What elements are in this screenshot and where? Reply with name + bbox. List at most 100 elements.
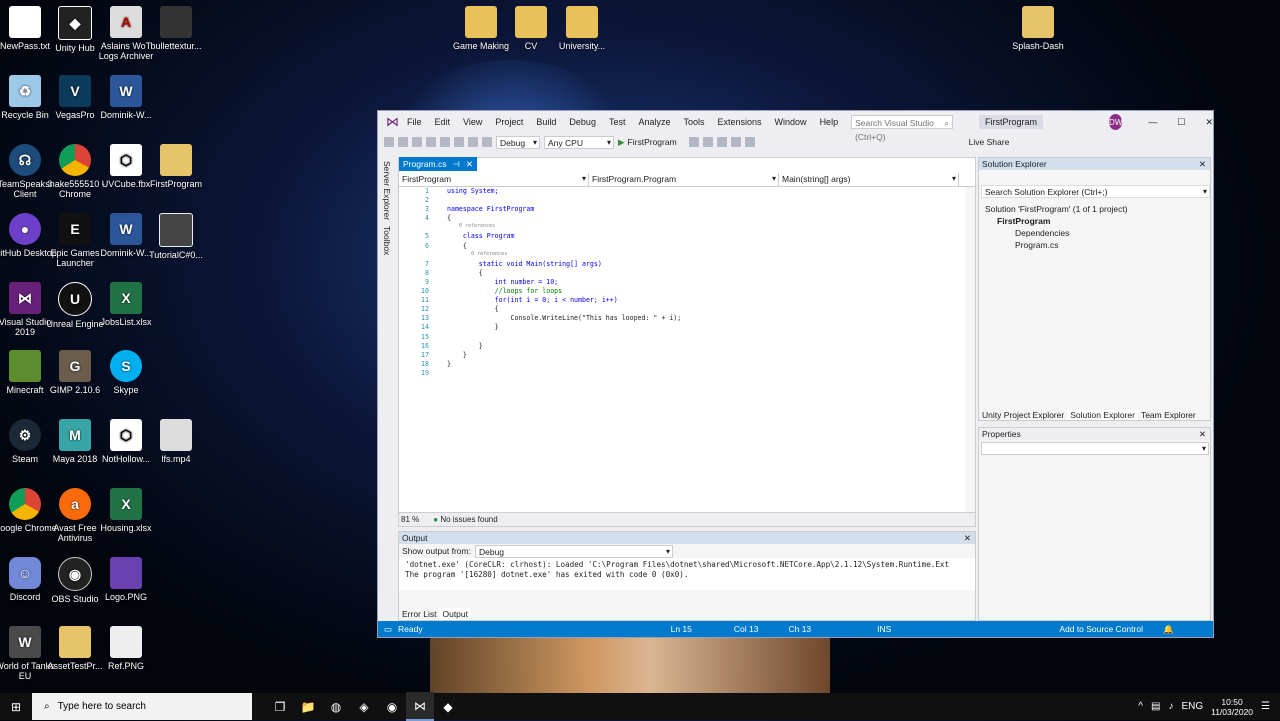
minimize-icon[interactable]: — <box>1148 117 1157 127</box>
code-line[interactable]: 1 using System; <box>399 187 957 196</box>
menu-debug[interactable]: Debug <box>569 117 596 127</box>
code-line[interactable]: 6 { <box>399 242 957 251</box>
zoom-select[interactable]: 81 % <box>401 515 419 524</box>
code-line[interactable]: 13 Console.WriteLine("This has looped: "… <box>399 314 957 323</box>
comment-icon[interactable] <box>730 137 741 147</box>
code-line[interactable]: 9 int number = 10; <box>399 278 957 287</box>
tree-item-dependencies[interactable]: Dependencies <box>985 227 1210 239</box>
code-line[interactable]: 8 { <box>399 269 957 278</box>
visual-studio-taskbar-icon[interactable]: ⋈ <box>406 692 434 721</box>
menu-test[interactable]: Test <box>609 117 626 127</box>
code-line[interactable]: 15 <box>399 333 957 342</box>
back-icon[interactable] <box>384 137 394 147</box>
tree-item-project[interactable]: FirstProgram <box>985 215 1210 227</box>
code-line[interactable]: 19 <box>399 369 957 378</box>
tab-solution-explorer[interactable]: Solution Explorer <box>1067 410 1138 420</box>
start-button-windows-icon[interactable]: ⊞ <box>0 693 32 720</box>
desktop-icon-ref-png[interactable]: Ref.PNG <box>93 626 159 671</box>
obs-taskbar-icon[interactable]: ◉ <box>378 693 406 720</box>
desktop-icon-splash-dash[interactable]: Splash-Dash <box>1005 6 1071 51</box>
save-all-icon[interactable] <box>454 137 464 147</box>
open-icon[interactable] <box>426 137 436 147</box>
code-line[interactable]: 4{ <box>399 214 957 223</box>
redo-icon[interactable] <box>482 137 492 147</box>
file-explorer-icon[interactable]: 📁 <box>294 693 322 720</box>
forward-icon[interactable] <box>398 137 408 147</box>
properties-object-select[interactable] <box>981 442 1209 455</box>
menu-analyze[interactable]: Analyze <box>638 117 670 127</box>
class-nav-select[interactable]: FirstProgram.Program <box>589 173 779 186</box>
tab-error-list[interactable]: Error List <box>399 608 439 620</box>
tree-item-program-cs[interactable]: Program.cs <box>985 239 1210 251</box>
output-text[interactable]: 'dotnet.exe' (CoreCLR: clrhost): Loaded … <box>399 558 975 590</box>
tab-program-cs[interactable]: Program.cs ⊣ ✕ <box>399 157 477 171</box>
code-text[interactable]: 1 using System; 2 3 namespace FirstProgram 4{… <box>399 187 957 512</box>
code-line[interactable]: 7 static void Main(string[] args) <box>399 260 957 269</box>
tray-chevron-icon[interactable]: ^ <box>1138 701 1143 712</box>
code-line[interactable]: 14 } <box>399 323 957 332</box>
desktop-icon-skype[interactable]: S Skype <box>93 350 159 395</box>
issues-status[interactable]: ● No issues found <box>433 515 497 524</box>
toolbox-tab[interactable]: Toolbox <box>382 226 392 255</box>
avatar[interactable]: DW <box>1109 114 1123 130</box>
output-source-select[interactable]: Debug <box>474 544 673 558</box>
code-line[interactable]: 17 } <box>399 351 957 360</box>
code-line[interactable]: 5 class Program <box>399 232 957 241</box>
code-line[interactable]: 11 for(int i = 0; i < number; i++) <box>399 296 957 305</box>
menu-view[interactable]: View <box>463 117 482 127</box>
language-indicator[interactable]: ENG <box>1181 701 1203 712</box>
add-to-source-control-button[interactable]: Add to Source Control <box>1059 624 1143 634</box>
tab-output[interactable]: Output <box>439 608 472 620</box>
editor-scrollbar[interactable] <box>965 187 975 512</box>
menu-build[interactable]: Build <box>536 117 556 127</box>
network-icon[interactable]: ▤ <box>1151 701 1160 712</box>
start-button[interactable]: FirstProgram <box>628 137 677 147</box>
solution-config-icon[interactable] <box>702 137 713 147</box>
unity-taskbar-icon[interactable]: ◆ <box>434 693 462 720</box>
close-panel-icon[interactable]: ✕ <box>1199 428 1206 440</box>
code-line[interactable]: 3 namespace FirstProgram <box>399 205 957 214</box>
notifications-icon[interactable]: 🔔 <box>1163 624 1174 635</box>
desktop-icon-dominik-word-1[interactable]: W Dominik-W... <box>93 75 159 120</box>
menu-help[interactable]: Help <box>820 117 839 127</box>
code-line[interactable]: 0 references <box>399 251 957 260</box>
server-explorer-tab[interactable]: Server Explorer <box>382 161 392 220</box>
close-tab-icon[interactable]: ✕ <box>466 157 473 171</box>
menu-window[interactable]: Window <box>775 117 807 127</box>
start-icon[interactable]: ▶ <box>618 137 625 148</box>
code-line[interactable]: 2 <box>399 196 957 205</box>
hot-reload-icon[interactable] <box>688 137 699 147</box>
live-share-button[interactable]: Live Share <box>969 137 1010 147</box>
code-line[interactable]: 16 } <box>399 342 957 351</box>
desktop-icon-firstprogram[interactable]: FirstProgram <box>143 144 209 189</box>
desktop-icon-bullettexture[interactable]: bullettextur... <box>143 6 209 51</box>
solution-search-input[interactable]: Search Solution Explorer (Ctrl+;) <box>981 185 1210 198</box>
save-icon[interactable] <box>440 137 450 147</box>
project-nav-select[interactable]: FirstProgram <box>399 173 589 186</box>
desktop-icon-jobslist[interactable]: X JobsList.xlsx <box>93 282 159 327</box>
member-nav-select[interactable]: Main(string[] args) <box>779 173 959 186</box>
taskbar-search-input[interactable]: ⌕ Type here to search <box>32 693 252 720</box>
desktop-icon-housing[interactable]: X Housing.xlsx <box>93 488 159 533</box>
tab-team-explorer[interactable]: Team Explorer <box>1138 410 1199 420</box>
code-line[interactable]: 18} <box>399 360 957 369</box>
platform-select[interactable]: Any CPU <box>544 135 614 149</box>
menu-project[interactable]: Project <box>495 117 523 127</box>
code-line[interactable]: 12 { <box>399 305 957 314</box>
close-panel-icon[interactable]: ✕ <box>964 532 971 544</box>
tree-item-solution[interactable]: Solution 'FirstProgram' (1 of 1 project) <box>985 203 1210 215</box>
desktop-icon-lfs-mp4[interactable]: lfs.mp4 <box>143 419 209 464</box>
bookmark-icon[interactable] <box>744 137 755 147</box>
task-view-icon[interactable]: ❐ <box>266 693 294 720</box>
format-icon[interactable] <box>716 137 727 147</box>
menu-extensions[interactable]: Extensions <box>718 117 762 127</box>
pin-icon[interactable]: ⊣ <box>452 157 459 171</box>
code-line[interactable]: 0 references <box>399 223 957 232</box>
clock[interactable]: 10:50 11/03/2020 <box>1211 697 1253 717</box>
desktop-icon-tutorial[interactable]: TutorialC#0... <box>143 213 209 260</box>
menu-tools[interactable]: Tools <box>684 117 705 127</box>
config-select[interactable]: Debug <box>496 135 540 149</box>
app-taskbar-icon[interactable]: ◈ <box>350 693 378 720</box>
desktop-icon-logo-png[interactable]: Logo.PNG <box>93 557 159 602</box>
maximize-icon[interactable]: ☐ <box>1177 117 1185 128</box>
